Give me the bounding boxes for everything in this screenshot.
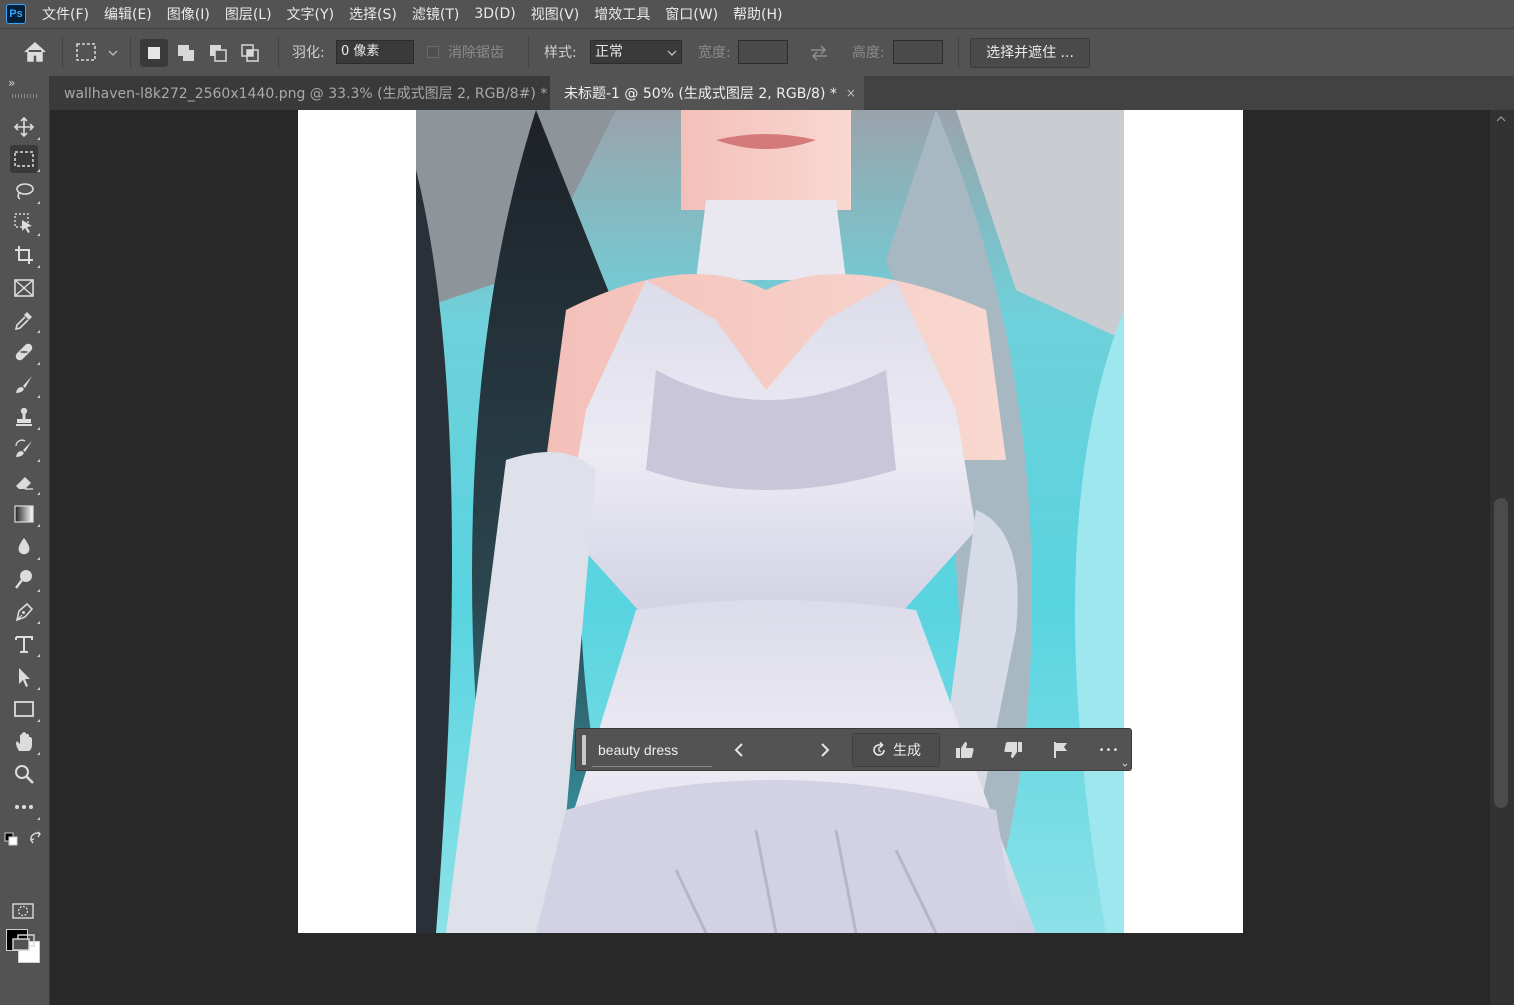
height-input[interactable] <box>893 40 943 64</box>
generated-image <box>416 110 1124 933</box>
gradient-icon[interactable] <box>10 500 40 528</box>
home-icon[interactable] <box>22 40 48 68</box>
chevron-right-icon <box>821 743 830 757</box>
prompt-input[interactable]: beauty dress <box>592 735 712 767</box>
style-select-value: 正常 <box>595 44 623 60</box>
chevron-left-icon <box>734 743 743 757</box>
pen-icon[interactable] <box>10 597 40 625</box>
menu-edit[interactable]: 编辑(E) <box>104 4 152 24</box>
eyedropper-icon[interactable] <box>10 306 40 334</box>
swap-colors-icon[interactable] <box>28 830 44 850</box>
document-tabs: wallhaven-l8k272_2560x1440.png @ 33.3% (… <box>50 76 1514 110</box>
frame-icon[interactable] <box>10 274 38 302</box>
dodge-icon[interactable] <box>10 565 40 593</box>
subtract-selection-icon[interactable] <box>204 39 232 67</box>
marquee-preset-picker[interactable] <box>74 41 122 69</box>
options-bar: 羽化: 0 像素 消除锯齿 样式: 正常 宽度: 高度: 选择并遮住 ... <box>0 28 1514 76</box>
hand-icon[interactable] <box>10 728 40 756</box>
width-label: 宽度: <box>698 45 731 61</box>
blur-icon[interactable] <box>10 533 40 561</box>
menu-view[interactable]: 视图(V) <box>531 4 580 24</box>
contextual-task-bar: beauty dress 生成 ••• <box>575 728 1132 771</box>
screen-mode-icon[interactable] <box>12 934 36 956</box>
close-icon[interactable]: × <box>846 86 856 100</box>
height-label: 高度: <box>852 45 885 61</box>
menu-filter[interactable]: 滤镜(T) <box>412 4 459 24</box>
menu-layer[interactable]: 图层(L) <box>225 4 272 24</box>
brush-icon[interactable] <box>10 371 40 399</box>
flag-icon[interactable] <box>1046 735 1076 765</box>
menu-plugins[interactable]: 增效工具 <box>594 4 650 24</box>
tab-wallhaven[interactable]: wallhaven-l8k272_2560x1440.png @ 33.3% (… <box>50 76 566 110</box>
expand-panel-icon[interactable]: » <box>8 76 15 90</box>
resize-corner-icon <box>1122 763 1128 767</box>
history-brush-icon[interactable] <box>10 435 40 463</box>
feather-label: 羽化: <box>292 45 325 61</box>
photoshop-logo: Ps <box>6 4 26 24</box>
refresh-icon <box>873 742 885 756</box>
vertical-scrollbar[interactable] <box>1490 110 1514 1005</box>
generate-label: 生成 <box>893 743 921 759</box>
marquee-icon <box>76 43 118 61</box>
quick-mask-icon[interactable] <box>12 902 34 924</box>
lasso-icon[interactable] <box>10 177 40 205</box>
intersect-selection-icon[interactable] <box>236 39 264 67</box>
scroll-up-icon <box>1496 116 1506 122</box>
menu-3d[interactable]: 3D(D) <box>474 6 515 22</box>
drag-handle[interactable] <box>582 735 586 765</box>
healing-icon[interactable] <box>10 338 40 366</box>
menu-image[interactable]: 图像(I) <box>167 4 210 24</box>
menu-type[interactable]: 文字(Y) <box>287 4 334 24</box>
select-and-mask-button[interactable]: 选择并遮住 ... <box>970 38 1090 68</box>
path-select-icon[interactable] <box>10 663 40 691</box>
thumbs-down-icon[interactable] <box>998 735 1028 765</box>
antialias-label: 消除锯齿 <box>448 45 504 61</box>
zoom-icon[interactable] <box>10 760 38 788</box>
new-selection-icon[interactable] <box>140 39 168 67</box>
antialias-checkbox[interactable] <box>427 46 439 58</box>
scrollbar-thumb[interactable] <box>1494 498 1508 808</box>
move-icon[interactable] <box>10 113 40 141</box>
default-colors-icon[interactable] <box>4 832 18 850</box>
more-tools-icon[interactable] <box>10 793 40 821</box>
eraser-icon[interactable] <box>10 468 40 496</box>
tab-untitled-1[interactable]: 未标题-1 @ 50% (生成式图层 2, RGB/8) * × <box>550 76 864 110</box>
previous-variation-button[interactable] <box>724 735 754 765</box>
feather-input[interactable]: 0 像素 <box>336 40 414 64</box>
width-input[interactable] <box>738 40 788 64</box>
menu-help[interactable]: 帮助(H) <box>733 4 782 24</box>
rect-marquee-icon[interactable] <box>10 145 40 173</box>
rectangle-icon[interactable] <box>10 695 40 723</box>
object-select-icon[interactable] <box>10 209 40 237</box>
generate-button[interactable]: 生成 <box>852 733 940 767</box>
tab-label: wallhaven-l8k272_2560x1440.png @ 33.3% (… <box>64 86 548 102</box>
tools-panel: » <box>0 76 50 1005</box>
menu-bar: Ps 文件(F) 编辑(E) 图像(I) 图层(L) 文字(Y) 选择(S) 滤… <box>0 0 1514 28</box>
menu-select[interactable]: 选择(S) <box>349 4 397 24</box>
style-select[interactable]: 正常 <box>590 40 682 64</box>
swap-icon[interactable] <box>808 43 830 67</box>
crop-icon[interactable] <box>10 241 40 269</box>
tab-label: 未标题-1 @ 50% (生成式图层 2, RGB/8) * <box>564 86 837 102</box>
menu-file[interactable]: 文件(F) <box>42 4 89 24</box>
add-selection-icon[interactable] <box>172 39 200 67</box>
thumbs-up-icon[interactable] <box>950 735 980 765</box>
chevron-down-icon <box>667 50 677 56</box>
style-label: 样式: <box>544 45 577 61</box>
panel-grip[interactable] <box>12 94 38 98</box>
stamp-icon[interactable] <box>10 403 40 431</box>
more-options-icon[interactable]: ••• <box>1094 735 1124 765</box>
next-variation-button[interactable] <box>810 735 840 765</box>
menu-window[interactable]: 窗口(W) <box>665 4 718 24</box>
type-icon[interactable] <box>10 630 40 658</box>
